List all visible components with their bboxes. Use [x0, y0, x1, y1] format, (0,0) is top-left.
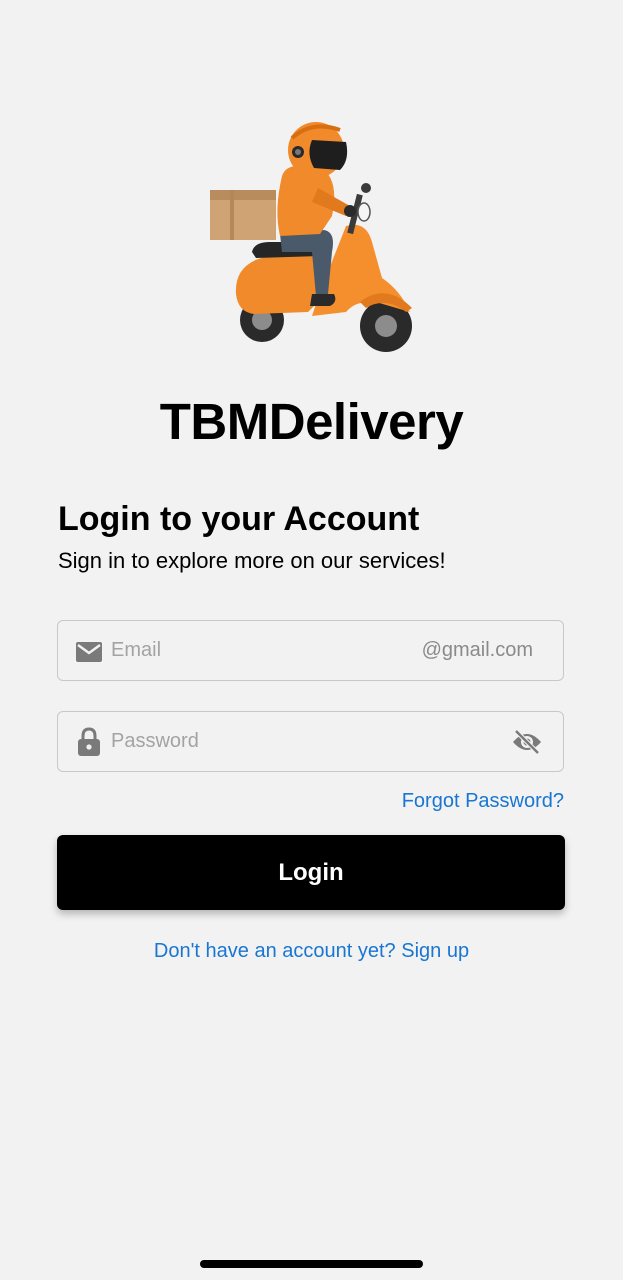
app-title: TBMDelivery — [159, 393, 464, 450]
eye-off-icon[interactable] — [511, 728, 543, 756]
home-indicator — [200, 1260, 423, 1268]
login-subheading: Sign in to explore more on our services! — [58, 548, 446, 573]
delivery-scooter-illustration — [210, 122, 412, 352]
login-heading: Login to your Account — [58, 500, 420, 538]
email-field[interactable]: @gmail.com — [57, 620, 564, 681]
login-button[interactable]: Login — [57, 835, 565, 910]
password-input[interactable] — [111, 712, 411, 771]
email-domain-suffix: @gmail.com — [421, 639, 533, 661]
forgot-password-link[interactable]: Forgot Password? — [402, 790, 564, 813]
password-field[interactable] — [57, 711, 564, 772]
email-input[interactable] — [111, 621, 411, 680]
lock-icon — [78, 727, 100, 756]
mail-icon — [76, 642, 102, 662]
signup-link[interactable]: Don't have an account yet? Sign up — [0, 940, 623, 963]
